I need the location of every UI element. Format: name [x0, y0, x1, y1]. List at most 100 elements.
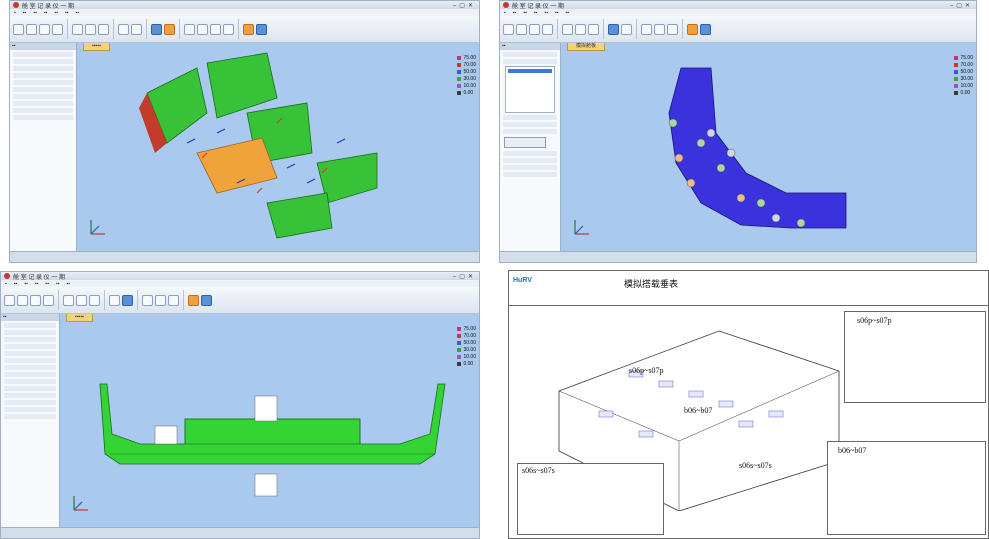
drawing-label: s06s~s07s	[739, 461, 772, 470]
ribbon-toolbar[interactable]	[500, 16, 976, 43]
grid-tool-icon[interactable]	[109, 294, 120, 306]
snap-tool-icon[interactable]	[98, 23, 109, 35]
settings-icon[interactable]	[201, 294, 212, 306]
view-tool-icon[interactable]	[142, 294, 153, 306]
measure-tool-icon[interactable]	[562, 23, 573, 35]
rotate-tool-icon[interactable]	[516, 23, 527, 35]
zoom-tool-icon[interactable]	[52, 23, 63, 35]
layer-tool-icon[interactable]	[654, 23, 665, 35]
ribbon-toolbar[interactable]	[10, 16, 479, 43]
simulate-icon[interactable]	[122, 294, 133, 306]
top-left-window: 舱 室 记 录 仪 一 期 ‒▢✕ ▪ ▪▪ ▪▪ ▪▪ ▪▪ ▪▪ ▪▪ ▪▪ ▪▪▪▪▪	[9, 0, 480, 263]
snap-tool-icon[interactable]	[588, 23, 599, 35]
legend-item: 30.00	[954, 76, 973, 82]
select-tool-icon[interactable]	[13, 23, 24, 35]
print-tool-icon[interactable]	[168, 294, 179, 306]
grid-tool-icon[interactable]	[118, 23, 129, 35]
color-legend: 75.00 70.00 50.00 30.00 10.00 0.00	[954, 55, 973, 96]
legend-item: 50.00	[457, 69, 476, 75]
window-title: 舱 室 记 录 仪 一 期	[22, 3, 75, 10]
measure-tool-icon[interactable]	[63, 294, 74, 306]
report-icon[interactable]	[164, 23, 175, 35]
detail-box: s06s~s07s	[517, 463, 664, 535]
rotate-tool-icon[interactable]	[26, 23, 37, 35]
zoom-tool-icon[interactable]	[43, 294, 54, 306]
select-tool-icon[interactable]	[4, 294, 15, 306]
simulate-icon[interactable]	[608, 23, 619, 35]
print-tool-icon[interactable]	[667, 23, 678, 35]
warning-icon[interactable]	[243, 23, 254, 35]
legend-item: 30.00	[457, 347, 476, 353]
window-controls[interactable]: ‒▢✕	[950, 2, 973, 9]
window-controls[interactable]: ‒▢✕	[453, 273, 476, 280]
rotate-tool-icon[interactable]	[17, 294, 28, 306]
legend-item: 70.00	[457, 333, 476, 339]
legend-item: 70.00	[457, 62, 476, 68]
print-tool-icon[interactable]	[210, 23, 221, 35]
ribbon-toolbar[interactable]	[1, 287, 479, 314]
properties-pane: ▪▪	[1, 314, 60, 528]
layer-tool-icon[interactable]	[155, 294, 166, 306]
align-tool-icon[interactable]	[76, 294, 87, 306]
window-title: 舱 室 记 录 仪 一 期	[13, 274, 66, 281]
drawing-label: s06p~s07p	[629, 366, 664, 375]
measure-tool-icon[interactable]	[72, 23, 83, 35]
snap-tool-icon[interactable]	[89, 294, 100, 306]
brand-logo: HuRV	[513, 277, 532, 284]
color-legend: 75.00 70.00 50.00 30.00 10.00 0.00	[457, 326, 476, 367]
legend-item: 0.00	[954, 90, 973, 96]
simulate-icon[interactable]	[151, 23, 162, 35]
axis-triad-icon	[90, 220, 105, 235]
title-bar: 舱 室 记 录 仪 一 期 ‒▢✕	[10, 1, 479, 10]
apply-button[interactable]	[504, 137, 546, 148]
menu-bar[interactable]: ▪ ▪▪ ▪▪ ▪▪ ▪▪ ▪▪ ▪▪	[10, 9, 479, 16]
status-bar	[10, 251, 479, 262]
3d-viewport[interactable]: ▪▪▪▪▪ 75.00 70.00 50.00 30.00 10.00 0.00	[77, 43, 479, 252]
pan-tool-icon[interactable]	[529, 23, 540, 35]
3d-viewport[interactable]: ▪▪▪▪▪ 75.00 70.00 50.00 30.00 10.00 0.00	[60, 314, 479, 528]
pane-header: ▪▪	[10, 43, 76, 50]
pan-tool-icon[interactable]	[39, 23, 50, 35]
align-tool-icon[interactable]	[575, 23, 586, 35]
detail-box: s06p~s07p	[844, 311, 986, 403]
title-bar: 舱 室 记 录 仪 一 期 ‒▢✕	[500, 1, 976, 10]
align-tool-icon[interactable]	[85, 23, 96, 35]
report-document: HuRV 模拟搭载垂表 s06p~s07p b06~b07 s06s~s07s …	[508, 270, 989, 539]
title-bar: 舱 室 记 录 仪 一 期 ‒▢✕	[1, 272, 479, 281]
legend-item: 75.00	[457, 326, 476, 332]
view-tool-icon[interactable]	[184, 23, 195, 35]
zoom-tool-icon[interactable]	[542, 23, 553, 35]
pan-tool-icon[interactable]	[30, 294, 41, 306]
legend-item: 10.00	[457, 83, 476, 89]
report-icon[interactable]	[687, 23, 698, 35]
status-bar	[1, 527, 479, 538]
view-tool-icon[interactable]	[641, 23, 652, 35]
legend-item: 30.00	[457, 76, 476, 82]
document-title: 模拟搭载垂表	[624, 279, 679, 289]
legend-item: 75.00	[954, 55, 973, 61]
window-controls[interactable]: ‒▢✕	[453, 2, 476, 9]
color-legend: 75.00 70.00 50.00 30.00 10.00 0.00	[457, 55, 476, 96]
settings-icon[interactable]	[700, 23, 711, 35]
document-header: HuRV 模拟搭载垂表	[509, 271, 988, 306]
report-icon[interactable]	[188, 294, 199, 306]
settings-icon[interactable]	[256, 23, 267, 35]
menu-bar[interactable]: ▪ ▪▪ ▪▪ ▪▪ ▪▪ ▪▪ ▪▪	[500, 9, 976, 16]
section-tool-icon[interactable]	[131, 23, 142, 35]
window-title: 舱 室 记 录 仪 一 期	[512, 3, 565, 10]
layer-tool-icon[interactable]	[197, 23, 208, 35]
export-tool-icon[interactable]	[223, 23, 234, 35]
properties-pane: ▪▪	[10, 43, 77, 252]
list-box[interactable]	[505, 66, 555, 113]
legend-item: 50.00	[457, 340, 476, 346]
status-bar	[500, 251, 976, 262]
legend-item: 75.00	[457, 55, 476, 61]
drawing-label: b06~b07	[684, 406, 713, 415]
menu-bar[interactable]: ▪ ▪▪ ▪▪ ▪▪ ▪▪ ▪▪ ▪▪	[1, 280, 479, 287]
grid-tool-icon[interactable]	[621, 23, 632, 35]
select-tool-icon[interactable]	[503, 23, 514, 35]
legend-item: 50.00	[954, 69, 973, 75]
settings-pane: ▪▪	[500, 43, 561, 252]
3d-viewport[interactable]: 模拟舱板 75.00 70.00 50.00 30.00 10.00 0.00	[561, 43, 976, 252]
pane-header: ▪▪	[500, 43, 560, 50]
